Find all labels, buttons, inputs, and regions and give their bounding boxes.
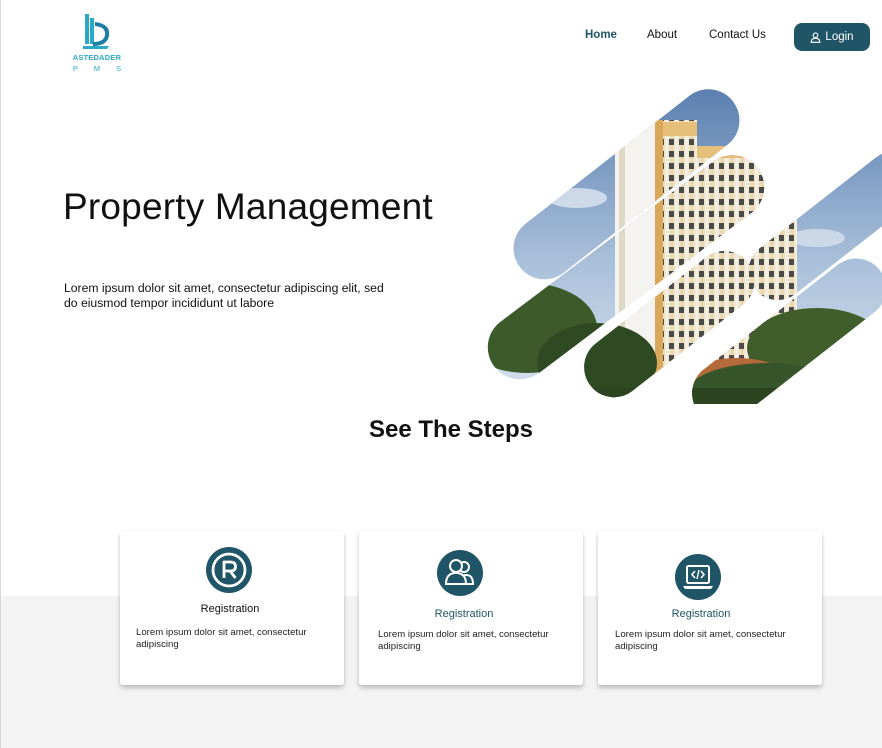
logo-name: ASTEDADER [72,53,122,62]
nav-home[interactable]: Home [585,29,617,41]
page: ASTEDADER P M S Home About Contact Us Lo… [0,0,882,748]
steps-title: See The Steps [368,416,534,443]
registered-icon [206,547,252,593]
step-card-text: Lorem ipsum dolor sit amet, consectetur … [378,629,549,652]
logo[interactable]: ASTEDADER P M S [63,12,131,74]
login-button[interactable]: Login [794,23,870,51]
step-card-title: Registration [200,603,260,615]
step-card-title: Registration [671,608,731,620]
login-label: Login [825,31,854,43]
hero-text: Lorem ipsum dolor sit amet, consectetur … [64,281,384,310]
building-logo-icon [83,14,110,49]
user-icon [810,31,821,43]
laptop-code-icon [675,554,721,600]
users-icon [437,550,483,596]
hero-title: Property Management [63,186,433,227]
step-card-title: Registration [434,608,494,620]
step-card-text: Lorem ipsum dolor sit amet, consectetur … [136,627,307,650]
step-card[interactable]: Registration Lorem ipsum dolor sit amet,… [120,531,344,685]
step-card[interactable]: Registration Lorem ipsum dolor sit amet,… [598,531,822,685]
logo-subtitle: P M S [72,64,129,73]
step-card-text: Lorem ipsum dolor sit amet, consectetur … [615,629,786,652]
step-card[interactable]: Registration Lorem ipsum dolor sit amet,… [359,531,583,685]
nav-contact[interactable]: Contact Us [709,29,766,41]
hero-building-image [487,88,882,404]
nav-about[interactable]: About [647,29,677,41]
